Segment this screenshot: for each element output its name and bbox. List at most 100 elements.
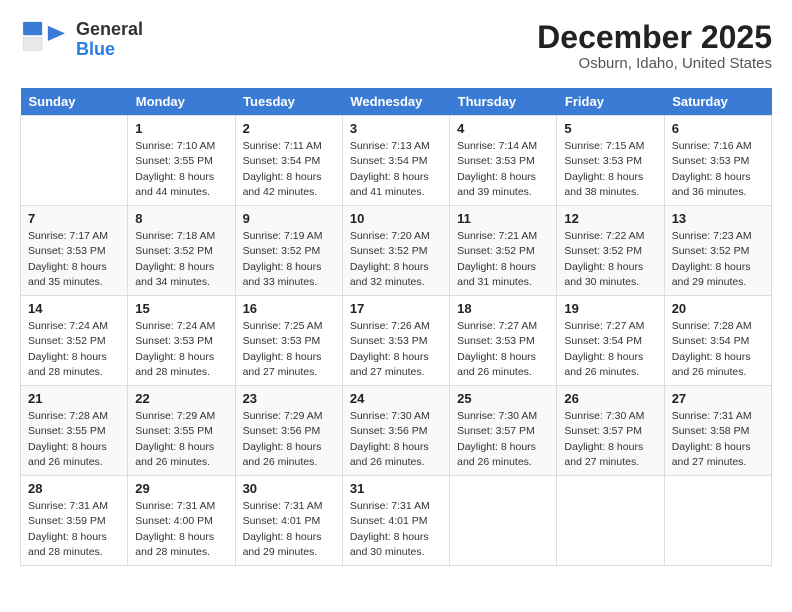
calendar-cell: 3Sunrise: 7:13 AMSunset: 3:54 PMDaylight… (342, 116, 449, 206)
calendar-cell: 26 Sunrise: 7:30 AMSunset: 3:57 PMDayligh… (557, 386, 664, 476)
day-number: 21 (28, 391, 120, 406)
day-number: 13 (672, 211, 764, 226)
day-info: Sunrise: 7:29 AMSunset: 3:55 PMDaylight:… (135, 409, 227, 470)
calendar-cell: 15Sunrise: 7:24 AMSunset: 3:53 PMDayligh… (128, 296, 235, 386)
calendar-week-2: 14 Sunrise: 7:24 AMSunset: 3:52 PMDayligh… (21, 296, 772, 386)
calendar-cell: 12 Sunrise: 7:22 AMSunset: 3:52 PMDayligh… (557, 206, 664, 296)
logo-general-text: General (76, 20, 143, 40)
day-number: 23 (243, 391, 335, 406)
calendar-cell: 23 Sunrise: 7:29 AMSunset: 3:56 PMDayligh… (235, 386, 342, 476)
day-info: Sunrise: 7:16 AMSunset: 3:53 PMDaylight:… (672, 139, 764, 200)
day-info: Sunrise: 7:14 AMSunset: 3:53 PMDaylight:… (457, 139, 549, 200)
day-info: Sunrise: 7:30 AMSunset: 3:57 PMDaylight:… (564, 409, 656, 470)
day-number: 12 (564, 211, 656, 226)
calendar-cell: 18 Sunrise: 7:27 AMSunset: 3:53 PMDayligh… (450, 296, 557, 386)
day-number: 18 (457, 301, 549, 316)
calendar-cell: 5 Sunrise: 7:15 AMSunset: 3:53 PMDaylight… (557, 116, 664, 206)
day-info: Sunrise: 7:10 AMSunset: 3:55 PMDaylight:… (135, 139, 227, 200)
logo-name: General Blue (76, 20, 143, 60)
calendar-week-1: 7Sunrise: 7:17 AMSunset: 3:53 PMDaylight… (21, 206, 772, 296)
day-number: 1 (135, 121, 227, 136)
day-number: 11 (457, 211, 549, 226)
calendar-cell: 10Sunrise: 7:20 AMSunset: 3:52 PMDayligh… (342, 206, 449, 296)
day-number: 27 (672, 391, 764, 406)
day-info: Sunrise: 7:23 AMSunset: 3:52 PMDaylight:… (672, 229, 764, 290)
calendar-cell: 29Sunrise: 7:31 AMSunset: 4:00 PMDayligh… (128, 476, 235, 566)
day-number: 6 (672, 121, 764, 136)
calendar-cell: 31 Sunrise: 7:31 AMSunset: 4:01 PMDayligh… (342, 476, 449, 566)
day-info: Sunrise: 7:28 AMSunset: 3:54 PMDaylight:… (672, 319, 764, 380)
day-number: 10 (350, 211, 442, 226)
day-info: Sunrise: 7:22 AMSunset: 3:52 PMDaylight:… (564, 229, 656, 290)
day-info: Sunrise: 7:31 AMSunset: 4:01 PMDaylight:… (350, 499, 442, 560)
day-number: 8 (135, 211, 227, 226)
day-info: Sunrise: 7:25 AMSunset: 3:53 PMDaylight:… (243, 319, 335, 380)
calendar-cell: 27Sunrise: 7:31 AMSunset: 3:58 PMDayligh… (664, 386, 771, 476)
calendar-table: SundayMondayTuesdayWednesdayThursdayFrid… (20, 88, 772, 566)
calendar-header-thursday: Thursday (450, 88, 557, 116)
day-info: Sunrise: 7:31 AMSunset: 3:59 PMDaylight:… (28, 499, 120, 560)
day-info: Sunrise: 7:24 AMSunset: 3:53 PMDaylight:… (135, 319, 227, 380)
calendar-cell: 24 Sunrise: 7:30 AMSunset: 3:56 PMDayligh… (342, 386, 449, 476)
calendar-cell: 2 Sunrise: 7:11 AMSunset: 3:54 PMDaylight… (235, 116, 342, 206)
calendar-cell: 16 Sunrise: 7:25 AMSunset: 3:53 PMDayligh… (235, 296, 342, 386)
month-title: December 2025 (537, 20, 772, 55)
logo-blue-text: Blue (76, 40, 143, 60)
day-number: 30 (243, 481, 335, 496)
calendar-header-tuesday: Tuesday (235, 88, 342, 116)
calendar-cell: 8 Sunrise: 7:18 AMSunset: 3:52 PMDaylight… (128, 206, 235, 296)
day-number: 2 (243, 121, 335, 136)
day-info: Sunrise: 7:31 AMSunset: 4:01 PMDaylight:… (243, 499, 335, 560)
calendar-header-wednesday: Wednesday (342, 88, 449, 116)
day-number: 7 (28, 211, 120, 226)
calendar-cell: 20 Sunrise: 7:28 AMSunset: 3:54 PMDayligh… (664, 296, 771, 386)
calendar-week-3: 21 Sunrise: 7:28 AMSunset: 3:55 PMDayligh… (21, 386, 772, 476)
day-info: Sunrise: 7:30 AMSunset: 3:56 PMDaylight:… (350, 409, 442, 470)
day-info: Sunrise: 7:29 AMSunset: 3:56 PMDaylight:… (243, 409, 335, 470)
day-info: Sunrise: 7:11 AMSunset: 3:54 PMDaylight:… (243, 139, 335, 200)
calendar-header-sunday: Sunday (21, 88, 128, 116)
day-number: 17 (350, 301, 442, 316)
calendar-cell: 14 Sunrise: 7:24 AMSunset: 3:52 PMDayligh… (21, 296, 128, 386)
day-number: 31 (350, 481, 442, 496)
day-number: 5 (564, 121, 656, 136)
day-info: Sunrise: 7:15 AMSunset: 3:53 PMDaylight:… (564, 139, 656, 200)
calendar-cell: 1 Sunrise: 7:10 AMSunset: 3:55 PMDaylight… (128, 116, 235, 206)
day-info: Sunrise: 7:27 AMSunset: 3:54 PMDaylight:… (564, 319, 656, 380)
day-number: 28 (28, 481, 120, 496)
logo: General Blue (20, 20, 143, 60)
day-info: Sunrise: 7:24 AMSunset: 3:52 PMDaylight:… (28, 319, 120, 380)
calendar-cell: 9 Sunrise: 7:19 AMSunset: 3:52 PMDaylight… (235, 206, 342, 296)
calendar-cell: 30 Sunrise: 7:31 AMSunset: 4:01 PMDayligh… (235, 476, 342, 566)
calendar-cell (557, 476, 664, 566)
calendar-cell (450, 476, 557, 566)
day-info: Sunrise: 7:30 AMSunset: 3:57 PMDaylight:… (457, 409, 549, 470)
logo-icon (20, 20, 70, 60)
day-info: Sunrise: 7:28 AMSunset: 3:55 PMDaylight:… (28, 409, 120, 470)
day-info: Sunrise: 7:27 AMSunset: 3:53 PMDaylight:… (457, 319, 549, 380)
calendar-cell: 4 Sunrise: 7:14 AMSunset: 3:53 PMDaylight… (450, 116, 557, 206)
day-number: 24 (350, 391, 442, 406)
day-number: 20 (672, 301, 764, 316)
day-number: 26 (564, 391, 656, 406)
calendar-cell: 22 Sunrise: 7:29 AMSunset: 3:55 PMDayligh… (128, 386, 235, 476)
day-number: 4 (457, 121, 549, 136)
day-info: Sunrise: 7:18 AMSunset: 3:52 PMDaylight:… (135, 229, 227, 290)
calendar-cell: 21 Sunrise: 7:28 AMSunset: 3:55 PMDayligh… (21, 386, 128, 476)
day-number: 22 (135, 391, 227, 406)
calendar-cell: 11Sunrise: 7:21 AMSunset: 3:52 PMDayligh… (450, 206, 557, 296)
day-number: 25 (457, 391, 549, 406)
calendar-header-row: SundayMondayTuesdayWednesdayThursdayFrid… (21, 88, 772, 116)
calendar-cell: 17 Sunrise: 7:26 AMSunset: 3:53 PMDayligh… (342, 296, 449, 386)
day-info: Sunrise: 7:19 AMSunset: 3:52 PMDaylight:… (243, 229, 335, 290)
calendar-header-saturday: Saturday (664, 88, 771, 116)
calendar-cell: 6 Sunrise: 7:16 AMSunset: 3:53 PMDaylight… (664, 116, 771, 206)
day-info: Sunrise: 7:31 AMSunset: 4:00 PMDaylight:… (135, 499, 227, 560)
day-info: Sunrise: 7:13 AMSunset: 3:54 PMDaylight:… (350, 139, 442, 200)
calendar-cell: 28 Sunrise: 7:31 AMSunset: 3:59 PMDayligh… (21, 476, 128, 566)
day-info: Sunrise: 7:26 AMSunset: 3:53 PMDaylight:… (350, 319, 442, 380)
day-number: 16 (243, 301, 335, 316)
day-number: 14 (28, 301, 120, 316)
title-area: December 2025 Osburn, Idaho, United Stat… (537, 20, 772, 72)
day-number: 9 (243, 211, 335, 226)
